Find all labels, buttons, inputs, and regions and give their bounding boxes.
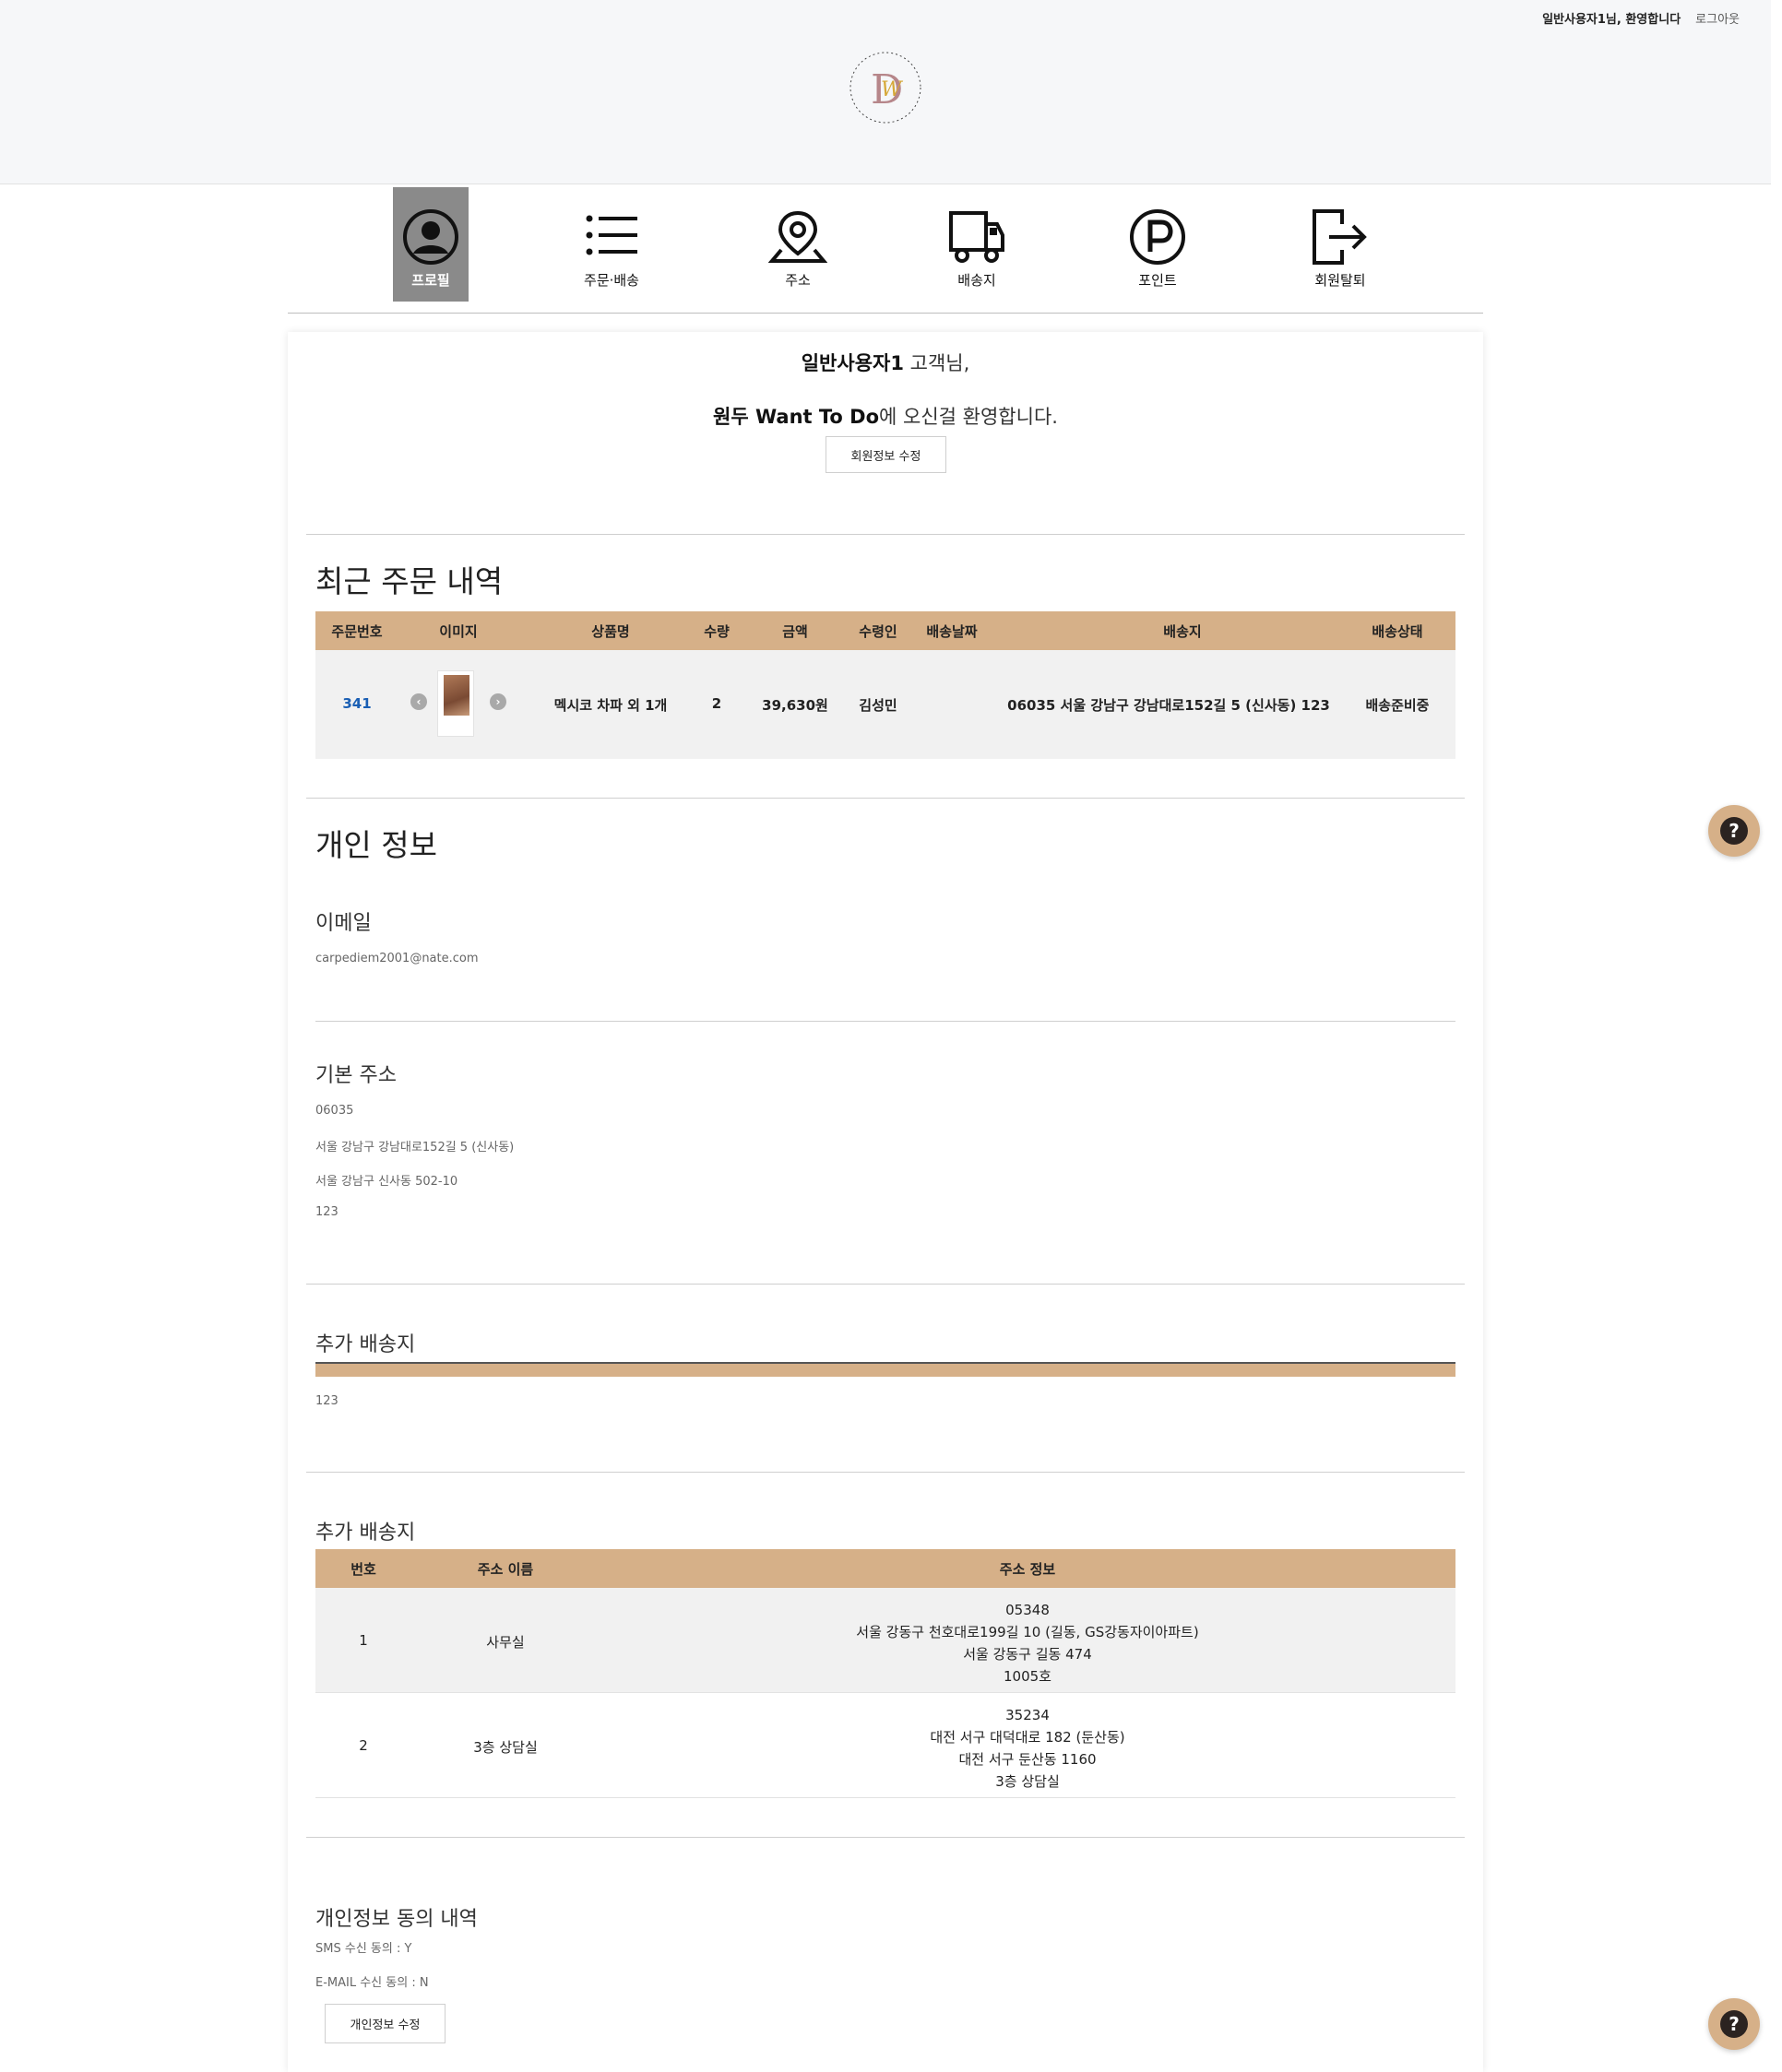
nav-withdraw[interactable]: 회원탈퇴 — [1302, 187, 1378, 302]
profile-icon — [403, 209, 458, 265]
address-number: 1 — [359, 1632, 368, 1649]
location-pin-icon — [768, 210, 827, 263]
default-address-label: 기본 주소 — [315, 1064, 397, 1087]
logout-link[interactable]: 로그아웃 — [1695, 9, 1740, 27]
extra-delivery-title: 추가 배송지 — [315, 1521, 416, 1545]
user-bar: 일반사용자1님, 환영합니다 로그아웃 — [1542, 9, 1740, 27]
edit-member-button[interactable]: 회원정보 수정 — [826, 436, 946, 473]
recent-orders-title: 최근 주문 내역 — [315, 563, 504, 599]
nav-orders[interactable]: 주문·배송 — [574, 187, 649, 302]
col-status: 배송상태 — [1372, 623, 1423, 640]
col-product: 상품명 — [591, 623, 630, 640]
col-address-info: 주소 정보 — [999, 1561, 1056, 1578]
col-address: 배송지 — [1163, 623, 1202, 640]
address-info: 35234 대전 서구 대덕대로 182 (둔산동) 대전 서구 둔산동 116… — [600, 1704, 1455, 1793]
next-image-button[interactable]: › — [490, 693, 506, 710]
divider — [306, 798, 1465, 799]
col-address-name: 주소 이름 — [477, 1561, 534, 1578]
svg-text:W: W — [881, 78, 904, 101]
order-row: 341 ‹ › 멕시코 차파 외 1개 2 39,630원 김성민 06035 … — [315, 650, 1455, 759]
divider — [306, 1472, 1465, 1473]
address-road: 대전 서구 대덕대로 182 (둔산동) — [930, 1729, 1125, 1746]
address-jibun: 서울 강남구 신사동 502-10 — [315, 1175, 458, 1189]
nav-label: 배송지 — [957, 272, 996, 289]
divider — [306, 1284, 1465, 1285]
col-number: 번호 — [350, 1561, 376, 1578]
product-name: 멕시코 차파 외 1개 — [553, 697, 668, 714]
sms-consent: SMS 수신 동의 : Y — [315, 1942, 412, 1956]
edit-privacy-button[interactable]: 개인정보 수정 — [325, 2004, 446, 2043]
nav-label: 프로필 — [411, 272, 450, 289]
address-detail: 3층 상담실 — [995, 1773, 1060, 1790]
help-button[interactable]: ? — [1708, 1998, 1760, 2050]
divider — [306, 534, 1465, 535]
brand-logo[interactable]: D W — [839, 46, 932, 129]
order-number-link[interactable]: 341 — [315, 695, 398, 712]
nav-delivery[interactable]: 배송지 — [939, 187, 1015, 302]
welcome-message: 에 오신걸 환영합니다. — [879, 406, 1058, 428]
email-consent: E-MAIL 수신 동의 : N — [315, 1976, 429, 1990]
col-order-number: 주문번호 — [331, 623, 383, 640]
orders-table-header: 주문번호 이미지 상품명 수량 금액 수령인 배송날짜 배송지 배송상태 — [315, 611, 1455, 650]
nav-points[interactable]: 포인트 — [1120, 187, 1195, 302]
nav-address[interactable]: 주소 — [760, 187, 836, 302]
list-icon — [586, 215, 637, 255]
address-name: 사무실 — [486, 1634, 525, 1651]
divider — [306, 1837, 1465, 1838]
address-name: 3층 상담실 — [473, 1739, 538, 1756]
truck-icon — [949, 211, 1004, 263]
address-zip: 35234 — [1005, 1707, 1050, 1723]
greeting-suffix: 고객님, — [903, 352, 970, 374]
extra-delivery-detail: 123 — [315, 1394, 339, 1408]
extra-delivery-collapsed-header — [315, 1362, 1455, 1377]
extra-delivery-title: 추가 배송지 — [315, 1333, 416, 1356]
order-qty: 2 — [711, 695, 722, 712]
divider — [315, 1021, 1455, 1022]
product-thumbnail — [437, 670, 474, 737]
address-number: 2 — [359, 1737, 368, 1754]
address-road: 서울 강동구 천호대로199길 10 (길동, GS강동자이아파트) — [856, 1624, 1199, 1640]
nav-profile[interactable]: 프로필 — [393, 187, 469, 302]
col-image: 이미지 — [439, 623, 478, 640]
welcome-text: 일반사용자1님, 환영합니다 — [1542, 13, 1681, 27]
order-status: 배송준비중 — [1365, 697, 1430, 714]
user-name: 일반사용자1 — [801, 352, 904, 374]
personal-info-title: 개인 정보 — [315, 827, 437, 863]
address-jibun: 서울 강동구 길동 474 — [963, 1646, 1092, 1663]
table-row: 2 3층 상담실 35234 대전 서구 대덕대로 182 (둔산동) 대전 서… — [315, 1693, 1455, 1798]
top-header: 일반사용자1님, 환영합니다 로그아웃 D W — [0, 0, 1771, 184]
nav-label: 포인트 — [1138, 272, 1177, 289]
nav-label: 주문·배송 — [584, 272, 639, 289]
brand-name: 원두 Want To Do — [713, 406, 880, 428]
question-icon: ? — [1720, 2010, 1748, 2038]
consent-title: 개인정보 동의 내역 — [315, 1908, 478, 1931]
address-zip: 06035 — [315, 1104, 354, 1118]
order-recipient: 김성민 — [859, 697, 897, 714]
email-value: carpediem2001@nate.com — [315, 952, 479, 965]
nav-label: 회원탈퇴 — [1314, 272, 1366, 289]
address-road: 서울 강남구 강남대로152길 5 (신사동) — [315, 1141, 515, 1154]
point-icon — [1130, 209, 1185, 265]
help-button[interactable]: ? — [1708, 805, 1760, 857]
address-info: 05348 서울 강동구 천호대로199길 10 (길동, GS강동자이아파트)… — [600, 1599, 1455, 1687]
prev-image-button[interactable]: ‹ — [410, 693, 427, 710]
table-row: 1 사무실 05348 서울 강동구 천호대로199길 10 (길동, GS강동… — [315, 1588, 1455, 1693]
welcome-line: 원두 Want To Do에 오신걸 환영합니다. — [288, 402, 1483, 430]
address-detail: 123 — [315, 1205, 339, 1219]
greeting-line: 일반사용자1 고객님, — [288, 349, 1483, 376]
col-qty: 수량 — [704, 623, 730, 640]
address-detail: 1005호 — [1004, 1668, 1051, 1685]
question-icon: ? — [1720, 817, 1748, 845]
address-jibun: 대전 서구 둔산동 1160 — [958, 1751, 1097, 1768]
nav-label: 주소 — [785, 272, 811, 289]
mypage-card: 일반사용자1 고객님, 원두 Want To Do에 오신걸 환영합니다. 회원… — [288, 332, 1483, 2072]
exit-icon — [1313, 209, 1367, 265]
mypage-nav: 프로필 주문·배송 주소 배송지 포인트 회원탈퇴 — [288, 187, 1483, 314]
extra-delivery-table-header: 번호 주소 이름 주소 정보 — [315, 1549, 1455, 1588]
order-address: 06035 서울 강남구 강남대로152길 5 (신사동) 123 — [1007, 697, 1330, 714]
address-zip: 05348 — [1005, 1602, 1050, 1618]
email-label: 이메일 — [315, 912, 372, 935]
